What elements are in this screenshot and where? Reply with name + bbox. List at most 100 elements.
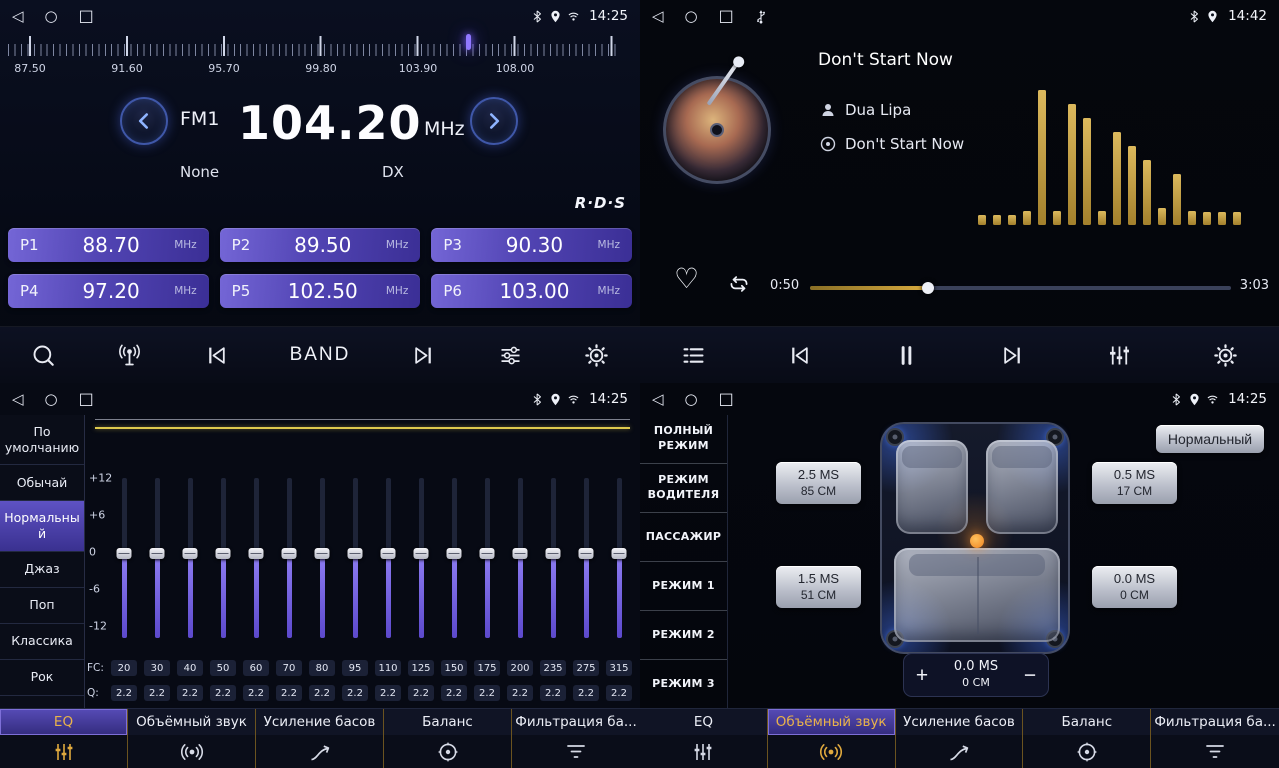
eq-slider-handle[interactable] bbox=[249, 548, 264, 559]
tab-surround[interactable]: Объёмный звук bbox=[768, 709, 896, 768]
previous-track-button[interactable] bbox=[782, 338, 817, 373]
home-button[interactable]: ○ bbox=[685, 9, 698, 24]
pause-button[interactable] bbox=[889, 338, 924, 373]
eq-band-slider[interactable] bbox=[144, 478, 170, 638]
eq-slider-handle[interactable] bbox=[282, 548, 297, 559]
eq-preset-rock[interactable]: Рок bbox=[0, 660, 84, 696]
eq-slider-handle[interactable] bbox=[447, 548, 462, 559]
eq-slider-handle[interactable] bbox=[381, 548, 396, 559]
audio-settings-button[interactable] bbox=[493, 338, 528, 373]
eq-slider-handle[interactable] bbox=[414, 548, 429, 559]
next-station-button[interactable] bbox=[406, 338, 441, 373]
tune-down-button[interactable] bbox=[120, 97, 168, 145]
eq-band-slider[interactable] bbox=[243, 478, 269, 638]
recents-button[interactable]: □ bbox=[79, 391, 94, 407]
eq-slider-handle[interactable] bbox=[216, 548, 231, 559]
eq-band-slider[interactable] bbox=[375, 478, 401, 638]
eq-band-slider[interactable] bbox=[177, 478, 203, 638]
home-button[interactable]: ○ bbox=[45, 9, 58, 24]
eq-band-slider[interactable] bbox=[606, 478, 632, 638]
eq-band-slider[interactable] bbox=[210, 478, 236, 638]
delay-front-left-button[interactable]: 2.5 MS 85 CM bbox=[776, 462, 861, 504]
preset-p1[interactable]: P1 88.70 MHz bbox=[8, 228, 209, 262]
tab-eq[interactable]: EQ bbox=[0, 709, 128, 768]
scan-button[interactable] bbox=[26, 338, 61, 373]
settings-gear-button[interactable] bbox=[579, 338, 614, 373]
sound-preset-button[interactable]: Нормальный bbox=[1156, 425, 1264, 453]
eq-slider-handle[interactable] bbox=[612, 548, 627, 559]
back-button[interactable]: ◁ bbox=[12, 392, 24, 407]
preset-p5[interactable]: P5 102.50 MHz bbox=[220, 274, 421, 308]
eq-band-slider[interactable] bbox=[342, 478, 368, 638]
delay-front-right-button[interactable]: 0.5 MS 17 CM bbox=[1092, 462, 1177, 504]
tab-bass-boost[interactable]: Усиление басов bbox=[256, 709, 384, 768]
delay-rear-left-button[interactable]: 1.5 MS 51 CM bbox=[776, 566, 861, 608]
eq-band-slider[interactable] bbox=[111, 478, 137, 638]
eq-preset-pop[interactable]: Поп bbox=[0, 588, 84, 624]
eq-band-slider[interactable] bbox=[408, 478, 434, 638]
tab-surround[interactable]: Объёмный звук bbox=[128, 709, 256, 768]
sf-mode-full[interactable]: ПОЛНЫЙ РЕЖИМ bbox=[640, 415, 727, 464]
settings-gear-button[interactable] bbox=[1208, 338, 1243, 373]
equalizer-button[interactable] bbox=[1102, 338, 1137, 373]
eq-band-slider[interactable] bbox=[309, 478, 335, 638]
tab-filter[interactable]: Фильтрация ба... bbox=[512, 709, 640, 768]
preset-p3[interactable]: P3 90.30 MHz bbox=[431, 228, 632, 262]
eq-slider-handle[interactable] bbox=[117, 548, 132, 559]
eq-preset-default[interactable]: По умолчанию bbox=[0, 415, 84, 465]
back-button[interactable]: ◁ bbox=[12, 9, 24, 24]
frequency-ruler[interactable]: 87.50 91.60 95.70 99.80 103.90 108.00 bbox=[8, 34, 632, 80]
tab-eq[interactable]: EQ bbox=[640, 709, 768, 768]
eq-band-slider[interactable] bbox=[573, 478, 599, 638]
preset-p2[interactable]: P2 89.50 MHz bbox=[220, 228, 421, 262]
eq-preset-custom[interactable]: Обычай bbox=[0, 465, 84, 501]
sf-mode-passenger[interactable]: ПАССАЖИР bbox=[640, 513, 727, 562]
sf-mode-2[interactable]: РЕЖИМ 2 bbox=[640, 611, 727, 660]
eq-slider-handle[interactable] bbox=[150, 548, 165, 559]
broadcast-antenna-button[interactable] bbox=[112, 338, 147, 373]
eq-band-slider[interactable] bbox=[441, 478, 467, 638]
eq-slider-handle[interactable] bbox=[579, 548, 594, 559]
tab-bass-boost[interactable]: Усиление басов bbox=[896, 709, 1024, 768]
eq-band-slider[interactable] bbox=[276, 478, 302, 638]
playlist-button[interactable] bbox=[676, 338, 711, 373]
recents-button[interactable]: □ bbox=[79, 8, 94, 24]
recents-button[interactable]: □ bbox=[719, 8, 734, 24]
previous-station-button[interactable] bbox=[199, 338, 234, 373]
delay-decrease-button[interactable]: − bbox=[1012, 664, 1048, 687]
delay-increase-button[interactable]: + bbox=[904, 664, 940, 687]
back-button[interactable]: ◁ bbox=[652, 9, 664, 24]
eq-preset-jazz[interactable]: Джаз bbox=[0, 552, 84, 588]
sf-mode-1[interactable]: РЕЖИМ 1 bbox=[640, 562, 727, 611]
sf-mode-3[interactable]: РЕЖИМ 3 bbox=[640, 660, 727, 708]
eq-band-slider[interactable] bbox=[507, 478, 533, 638]
tune-up-button[interactable] bbox=[470, 97, 518, 145]
band-button[interactable]: BAND bbox=[286, 340, 355, 370]
repeat-button[interactable] bbox=[726, 271, 752, 297]
sf-mode-driver[interactable]: РЕЖИМ ВОДИТЕЛЯ bbox=[640, 464, 727, 513]
eq-slider-handle[interactable] bbox=[546, 548, 561, 559]
eq-band-slider[interactable] bbox=[474, 478, 500, 638]
home-button[interactable]: ○ bbox=[45, 392, 58, 407]
preset-p4[interactable]: P4 97.20 MHz bbox=[8, 274, 209, 308]
eq-slider-handle[interactable] bbox=[513, 548, 528, 559]
listening-position-marker[interactable] bbox=[970, 534, 984, 548]
back-button[interactable]: ◁ bbox=[652, 392, 664, 407]
eq-preset-classic[interactable]: Классика bbox=[0, 624, 84, 660]
preset-p6[interactable]: P6 103.00 MHz bbox=[431, 274, 632, 308]
progress-bar[interactable] bbox=[810, 286, 1231, 290]
eq-slider-handle[interactable] bbox=[480, 548, 495, 559]
eq-slider-handle[interactable] bbox=[348, 548, 363, 559]
eq-band-slider[interactable] bbox=[540, 478, 566, 638]
eq-slider-handle[interactable] bbox=[183, 548, 198, 559]
favorite-button[interactable]: ♡ bbox=[668, 264, 705, 294]
progress-knob[interactable] bbox=[922, 282, 934, 294]
eq-preset-normal-selected[interactable]: Нормальный bbox=[0, 501, 84, 551]
eq-slider-handle[interactable] bbox=[315, 548, 330, 559]
tab-filter[interactable]: Фильтрация ба... bbox=[1151, 709, 1279, 768]
next-track-button[interactable] bbox=[995, 338, 1030, 373]
home-button[interactable]: ○ bbox=[685, 392, 698, 407]
delay-rear-right-button[interactable]: 0.0 MS 0 CM bbox=[1092, 566, 1177, 608]
tab-balance[interactable]: Баланс bbox=[384, 709, 512, 768]
tab-balance[interactable]: Баланс bbox=[1023, 709, 1151, 768]
